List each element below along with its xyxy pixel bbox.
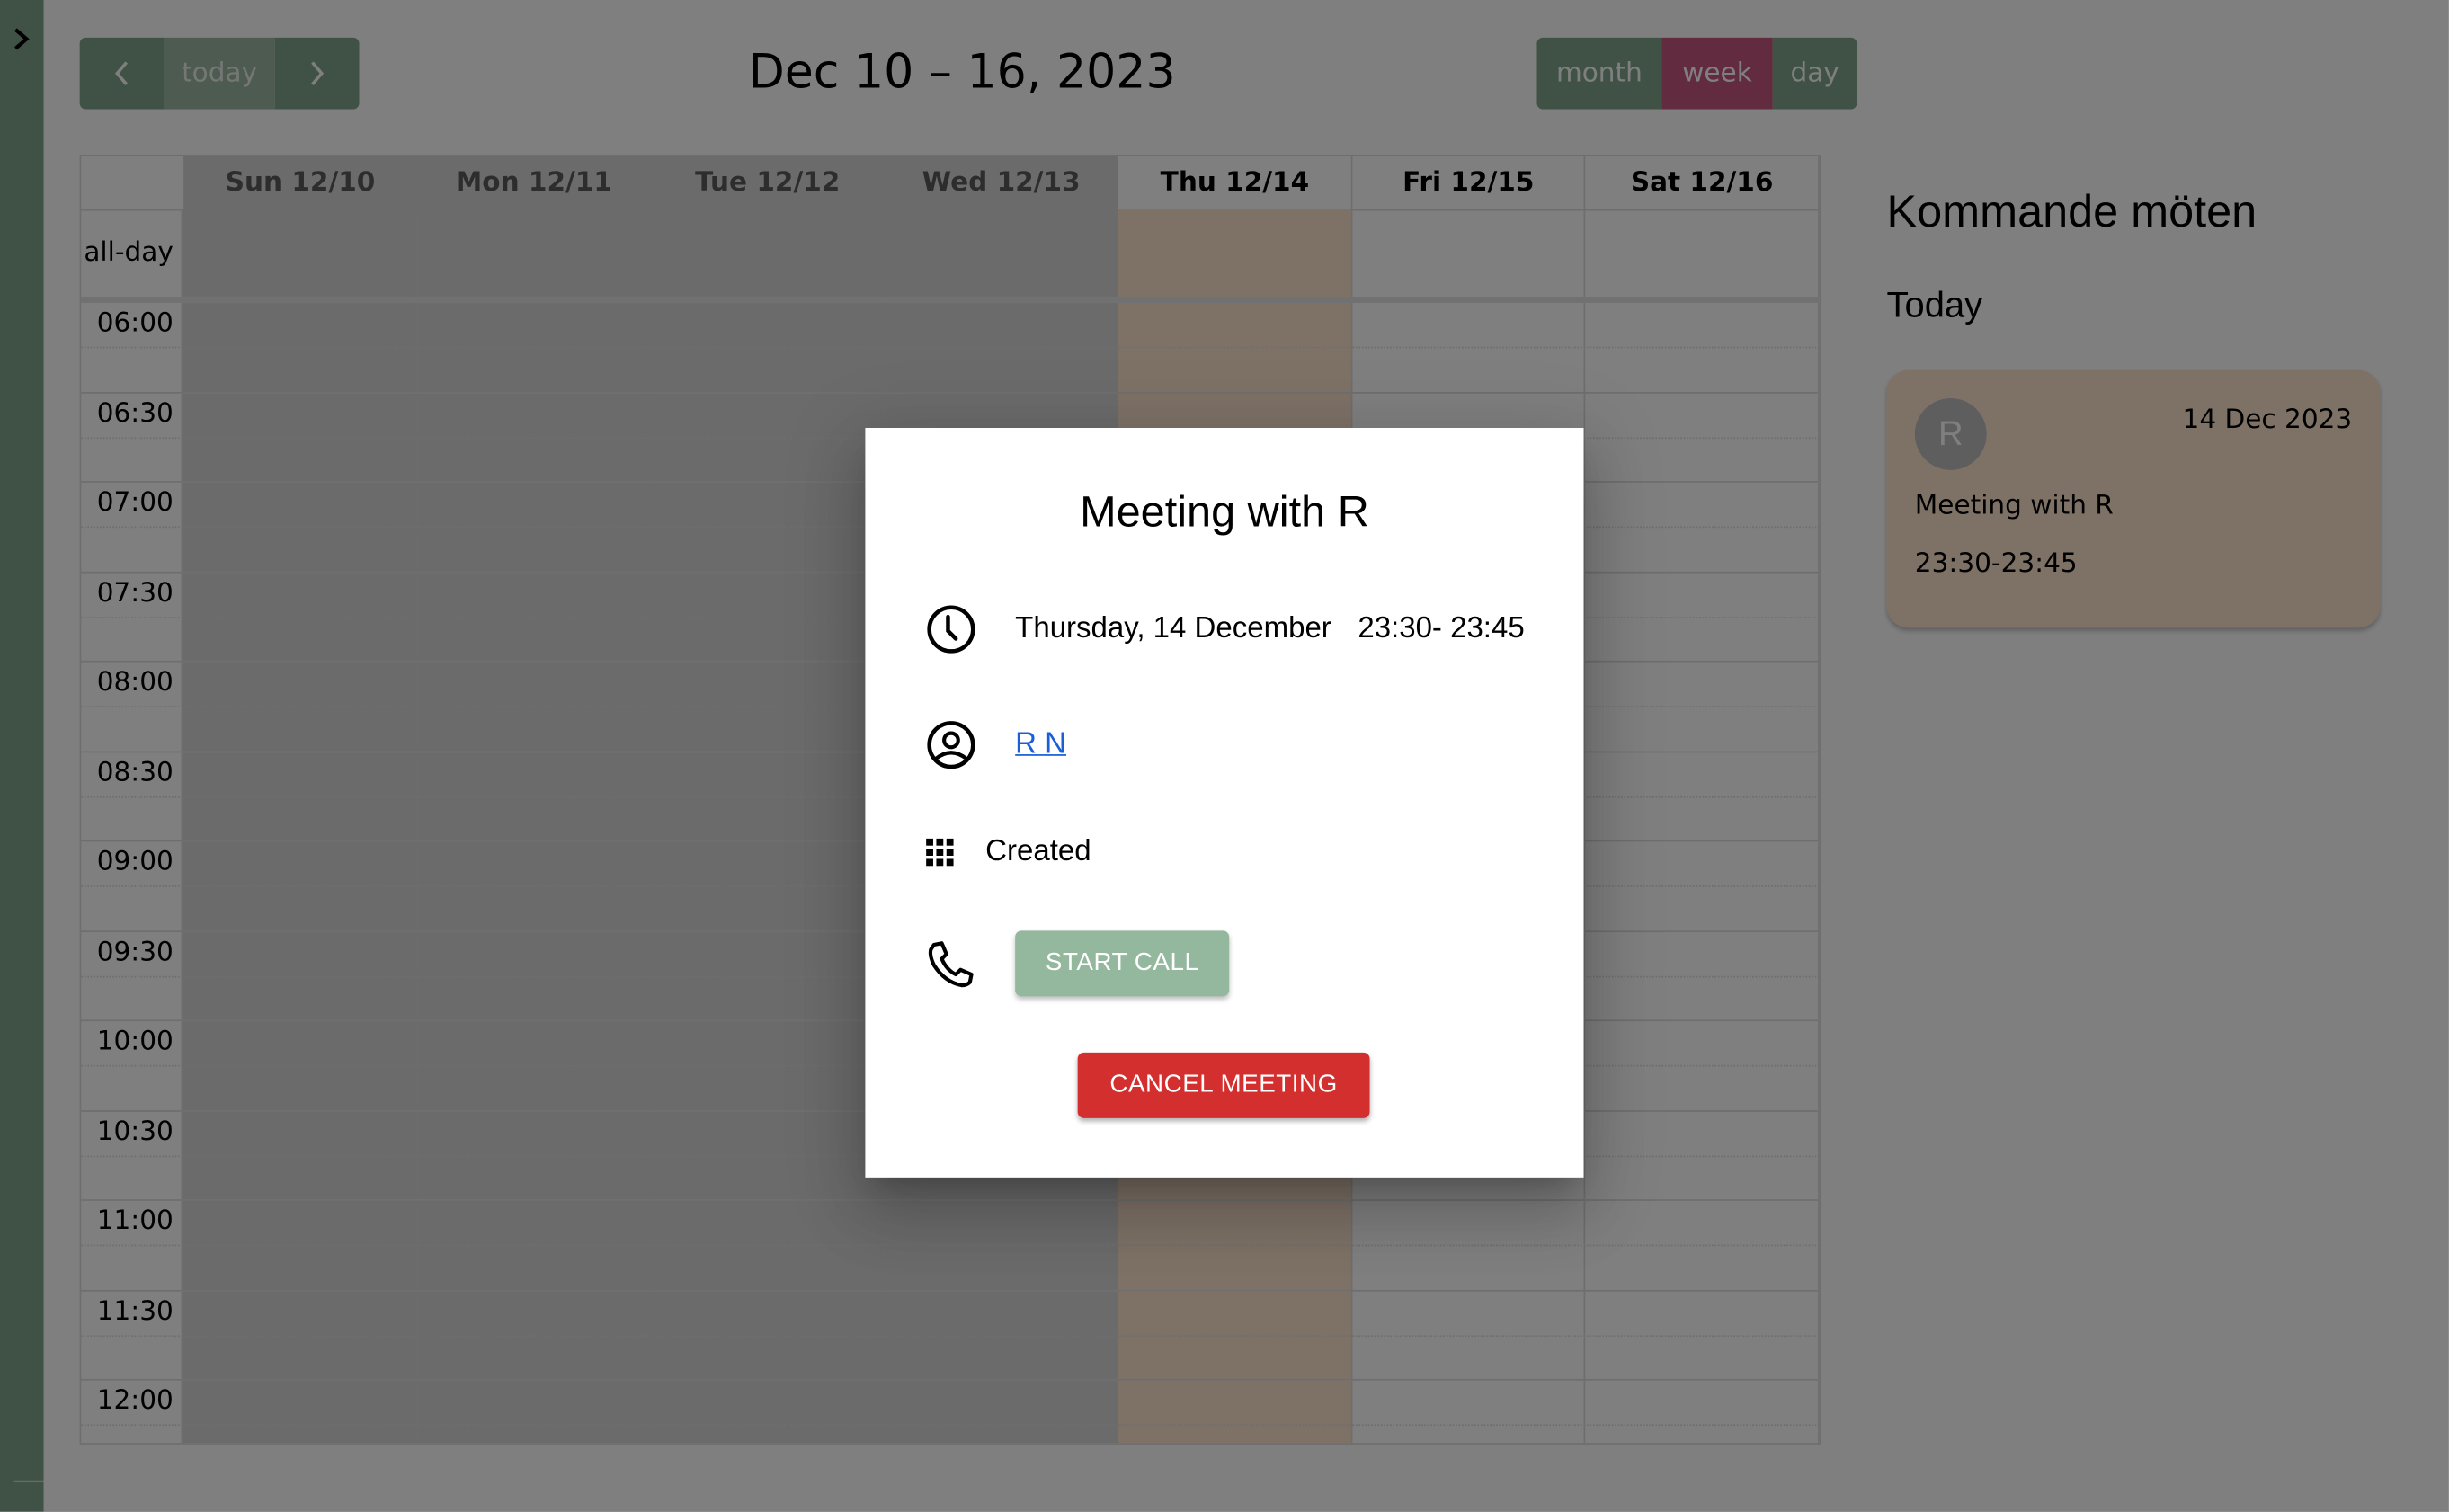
meeting-status-row: Created bbox=[924, 826, 1091, 879]
meeting-time-row: Thursday, 14 December 23:30- 23:45 bbox=[924, 603, 1525, 656]
participant-link[interactable]: R N bbox=[1015, 728, 1066, 762]
user-circle-icon bbox=[924, 718, 977, 771]
cancel-meeting-button[interactable]: CANCEL MEETING bbox=[1077, 1052, 1370, 1118]
dialog-title: Meeting with R bbox=[1080, 487, 1369, 536]
meeting-status: Created bbox=[985, 835, 1091, 868]
app-root: today Dec 10 – 16, 2023 month week day S… bbox=[0, 0, 2449, 1512]
meeting-date: Thursday, 14 December bbox=[1015, 611, 1331, 645]
meeting-time: 23:30- 23:45 bbox=[1358, 611, 1525, 645]
meeting-participant-row: R N bbox=[924, 718, 1066, 771]
call-row: START CALL bbox=[924, 930, 1230, 997]
start-call-button[interactable]: START CALL bbox=[1015, 930, 1230, 997]
meeting-details-dialog: Meeting with R Thursday, 14 December 23:… bbox=[865, 427, 1584, 1178]
clock-icon bbox=[924, 603, 977, 656]
phone-icon bbox=[924, 937, 977, 990]
grid-icon bbox=[924, 826, 962, 879]
